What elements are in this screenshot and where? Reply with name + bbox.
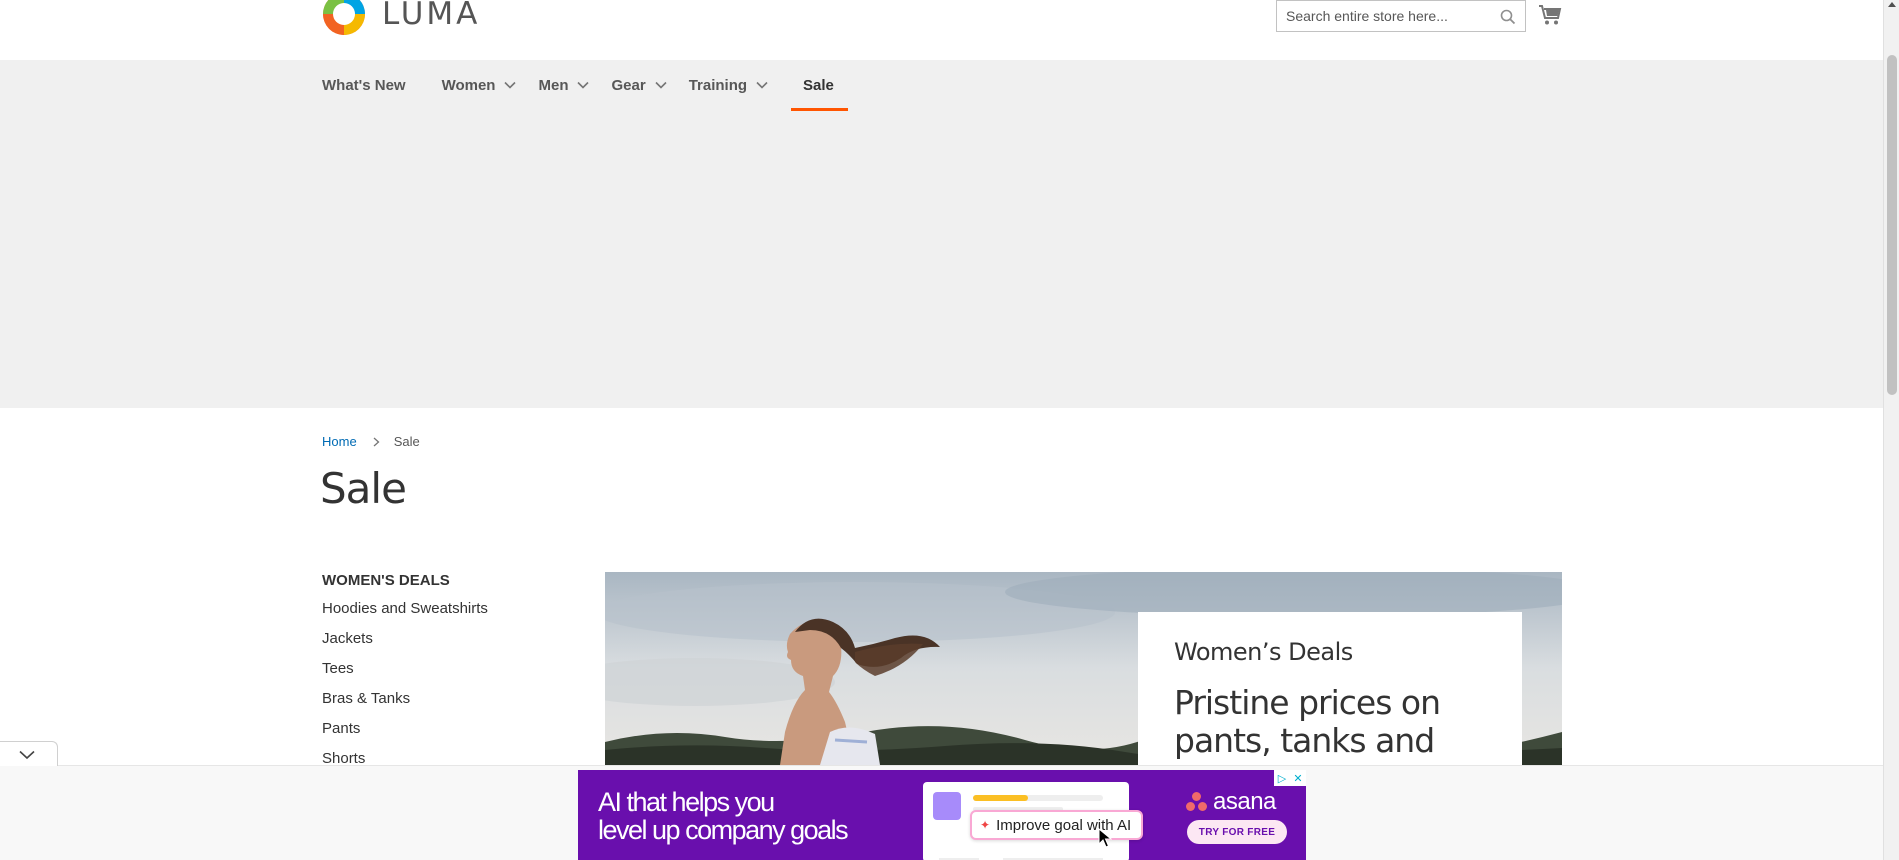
sparkle-icon: ✦ <box>980 818 991 832</box>
sidebar-link-jackets[interactable]: Jackets <box>322 631 562 661</box>
scrollbar-thumb[interactable] <box>1887 55 1897 395</box>
breadcrumb-home-link[interactable]: Home <box>322 434 357 449</box>
navigation-bar: What's New Women Men Gear Training Sale <box>0 60 1883 408</box>
page: LUMA What's New Women M <box>0 0 1883 860</box>
hero-headline: Pristine prices on pants, tanks and <box>1174 683 1441 760</box>
search-input[interactable] <box>1277 1 1487 31</box>
nav-item-sale[interactable]: Sale <box>791 60 848 111</box>
chevron-right-icon <box>373 437 380 446</box>
chevron-down-icon <box>577 81 590 89</box>
breadcrumb-current: Sale <box>393 434 420 449</box>
chevron-down-icon <box>756 81 768 89</box>
nav-item-label: Sale <box>803 76 834 94</box>
nav-item-whats-new[interactable]: What's New <box>322 60 408 110</box>
search-box <box>1276 0 1526 32</box>
logo-text: LUMA <box>382 0 481 32</box>
advertisement-banner[interactable]: AI that helps you level up company goals… <box>578 770 1306 860</box>
cart-icon[interactable] <box>1538 4 1562 26</box>
chevron-down-icon <box>655 81 667 89</box>
sidebar: WOMEN'S DEALS Hoodies and Sweatshirts Ja… <box>322 572 562 781</box>
hero-card: Women’s Deals Pristine prices on pants, … <box>1138 612 1522 765</box>
adchoices-icon[interactable]: ▷ <box>1274 770 1290 786</box>
progress-bar <box>973 795 1103 801</box>
hero-banner[interactable]: Women’s Deals Pristine prices on pants, … <box>605 572 1562 765</box>
chevron-down-icon <box>504 81 517 89</box>
ad-headline: AI that helps you level up company goals <box>598 787 849 845</box>
sidebar-link-pants[interactable]: Pants <box>322 721 562 751</box>
nav-item-label: Women <box>441 76 496 94</box>
sidebar-link-bras-tanks[interactable]: Bras & Tanks <box>322 691 562 721</box>
page-scrollbar[interactable] <box>1883 0 1899 860</box>
luma-logo-icon <box>323 0 365 35</box>
asana-logo: asana <box>1186 788 1276 816</box>
store-logo[interactable]: LUMA <box>322 0 480 36</box>
ad-brand: asana <box>1213 788 1276 815</box>
asana-dots-icon <box>1186 792 1208 812</box>
nav-item-label: Gear <box>611 76 646 94</box>
sidebar-link-hoodies[interactable]: Hoodies and Sweatshirts <box>322 601 562 631</box>
sidebar-heading: WOMEN'S DEALS <box>322 572 450 589</box>
mouse-cursor-icon <box>1098 828 1112 848</box>
header: LUMA <box>0 0 1883 60</box>
nav-item-gear[interactable]: Gear <box>611 60 668 110</box>
nav-item-women[interactable]: Women <box>442 60 519 110</box>
ad-ai-pill: ✦ Improve goal with AI <box>970 810 1144 840</box>
nav-item-label: What's New <box>322 76 406 94</box>
ad-headline-line1: AI that helps you <box>598 787 775 817</box>
ad-collapse-toggle[interactable] <box>0 741 58 766</box>
scroll-up-arrow-icon[interactable] <box>1888 2 1896 7</box>
main-nav: What's New Women Men Gear Training Sale <box>322 60 848 111</box>
breadcrumb: Home Sale <box>322 434 420 449</box>
ad-cta-button[interactable]: TRY FOR FREE <box>1187 820 1287 844</box>
avatar <box>933 792 961 820</box>
close-icon[interactable]: ✕ <box>1290 770 1306 786</box>
search-icon[interactable] <box>1500 9 1516 25</box>
sidebar-link-tees[interactable]: Tees <box>322 661 562 691</box>
nav-item-label: Men <box>538 76 569 94</box>
page-title: Sale <box>320 464 407 513</box>
ad-choices: ▷ ✕ <box>1274 770 1306 786</box>
nav-item-men[interactable]: Men <box>538 60 591 110</box>
hero-eyebrow: Women’s Deals <box>1174 638 1353 666</box>
nav-item-label: Training <box>688 76 748 94</box>
nav-item-training[interactable]: Training <box>689 60 770 110</box>
chevron-down-icon <box>19 750 35 760</box>
ad-headline-line2: level up company goals <box>598 815 849 845</box>
